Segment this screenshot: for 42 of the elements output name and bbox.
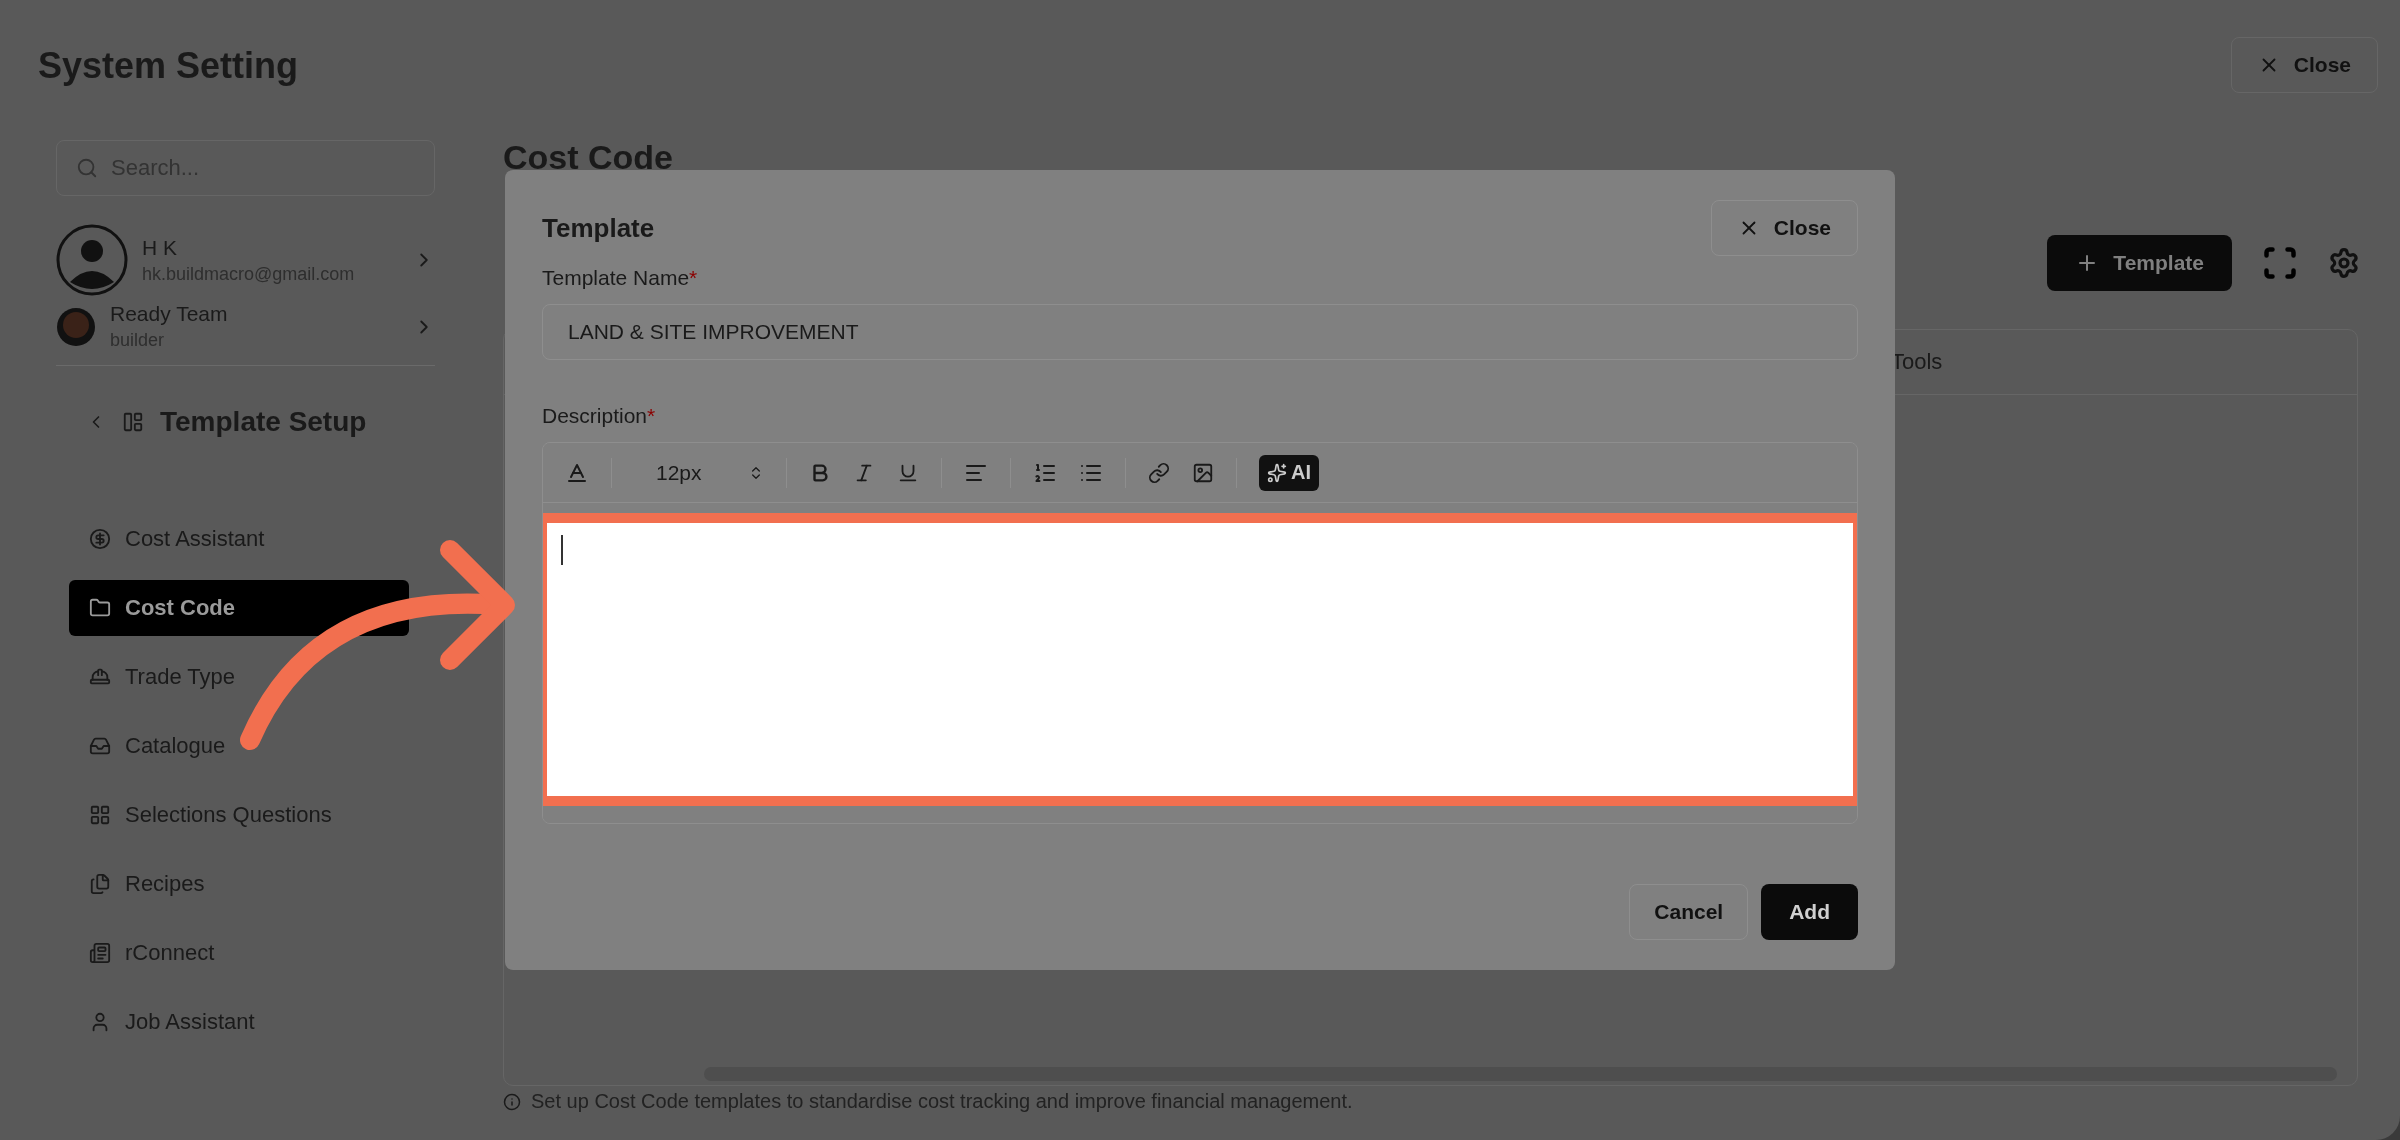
sidebar-item[interactable]: Trade Type [69,649,409,705]
page-title: Cost Code [503,138,674,177]
link-icon [1148,461,1170,484]
sidebar-item[interactable]: Selections Questions [69,787,409,843]
image-icon [1192,461,1214,484]
cancel-button[interactable]: Cancel [1629,884,1749,940]
close-button[interactable]: Close [2230,37,2378,93]
user-avatar [56,224,128,296]
add-template-button[interactable]: Template [2047,235,2232,291]
layout-icon [122,411,144,433]
dialog-title: Template [542,212,655,244]
tray-icon [89,735,111,757]
team-avatar [56,306,96,347]
column-header: Tools [1891,349,1943,375]
dollar-icon [89,528,111,550]
search-icon [76,157,98,179]
section-title: Template Setup [160,406,367,438]
sidebar-item[interactable]: Cost Assistant [69,511,409,567]
sidebar-item[interactable]: rConnect [69,925,409,981]
add-button[interactable]: Add [1761,884,1858,940]
template-name-field[interactable]: LAND & SITE IMPROVEMENT [542,304,1858,360]
sidebar-item[interactable]: Recipes [69,856,409,912]
ai-button[interactable]: AI [1259,454,1319,491]
folder-icon [89,597,111,619]
font-size-select[interactable]: 12px [634,460,764,485]
close-button[interactable]: Close [1710,200,1858,256]
field-label: Template Name* [542,266,699,290]
sidebar-item[interactable]: Job Assistant [69,994,409,1050]
documents-icon [89,873,111,895]
settings-icon[interactable] [2328,247,2360,279]
sidebar-item[interactable]: Catalogue [69,718,409,774]
team-name: Ready Team [110,302,229,326]
grid-icon [89,804,111,826]
fullscreen-icon[interactable] [2262,245,2298,281]
sparkle-icon [1267,462,1287,483]
window-title: System Setting [38,45,299,87]
user-name: H K [142,235,178,260]
newspaper-icon [89,942,111,964]
info-icon [503,1092,521,1111]
text-cursor [561,535,563,565]
sidebar-item[interactable]: Cost Code [69,580,409,636]
field-label: Description* [542,404,657,428]
